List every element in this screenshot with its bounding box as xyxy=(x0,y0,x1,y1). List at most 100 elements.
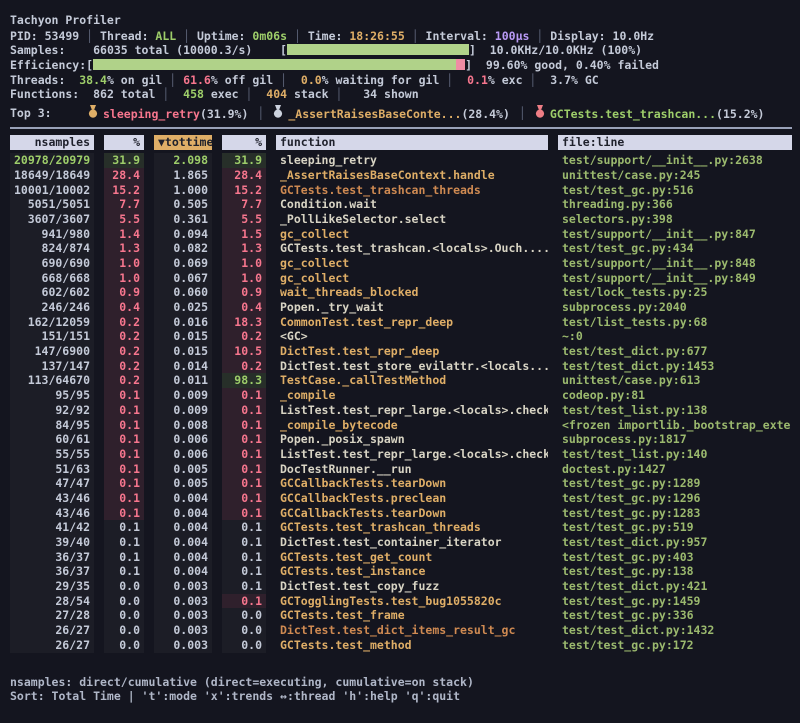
col-header-1-[interactable]: % xyxy=(104,135,144,150)
cell-cum-pct: 1.3 xyxy=(222,241,266,256)
table-row[interactable]: 824/8741.30.0821.3GCTests.test_trashcan.… xyxy=(10,241,792,256)
cell-nsamples: 41/42 xyxy=(10,520,94,535)
cell-file-line: test/test_gc.py:1459 xyxy=(558,594,792,609)
table-row[interactable]: 137/1470.20.0140.2DictTest.test_store_ev… xyxy=(10,359,792,374)
cell-tottime: 0.006 xyxy=(154,432,212,447)
top3-item-2-share: (28.4%) xyxy=(461,107,509,121)
silver-medal-icon xyxy=(273,105,283,118)
cell-tottime: 0.505 xyxy=(154,197,212,212)
table-row[interactable]: 162/120590.20.01618.3CommonTest.test_rep… xyxy=(10,315,792,330)
cell-function: DictTest.test_dict_items_result_gc xyxy=(276,623,548,638)
cell-direct-pct: 0.1 xyxy=(104,462,144,477)
table-row[interactable]: 147/69000.20.01510.5DictTest.test_repr_d… xyxy=(10,344,792,359)
cell-direct-pct: 31.9 xyxy=(104,153,144,168)
table-row[interactable]: 43/460.10.0040.1GCCallbackTests.preclean… xyxy=(10,491,792,506)
table-row[interactable]: 18649/1864928.41.86528.4_AssertRaisesBas… xyxy=(10,168,792,183)
cell-function: _compile_bytecode xyxy=(276,418,548,433)
cell-file-line: test/test_gc.py:336 xyxy=(558,608,792,623)
table-row[interactable]: 246/2460.40.0250.4Popen._try_waitsubproc… xyxy=(10,300,792,315)
table-row[interactable]: 26/270.00.0030.0DictTest.test_dict_items… xyxy=(10,623,792,638)
cell-file-line: test/test_dict.py:1453 xyxy=(558,359,792,374)
table-row[interactable]: 602/6020.90.0600.9wait_threads_blockedte… xyxy=(10,285,792,300)
cell-direct-pct: 0.0 xyxy=(104,623,144,638)
cell-file-line: test/list_tests.py:68 xyxy=(558,315,792,330)
table-row[interactable]: 10001/1000215.21.00015.2GCTests.test_tra… xyxy=(10,183,792,198)
table-row[interactable]: 3607/36075.50.3615.5_PollLikeSelector.se… xyxy=(10,212,792,227)
waiting-gil-pct: 0.0 xyxy=(301,73,322,87)
col-header-0-nsamples[interactable]: nsamples xyxy=(10,135,94,150)
display-value: 10.0Hz xyxy=(613,29,655,43)
table-row[interactable]: 668/6681.00.0671.0gc_collecttest/support… xyxy=(10,271,792,286)
cell-tottime: 1.865 xyxy=(154,168,212,183)
table-row[interactable]: 47/470.10.0050.1GCCallbackTests.tearDown… xyxy=(10,476,792,491)
samples-rate-bar xyxy=(287,44,469,55)
cell-function: DictTest.test_repr_deep xyxy=(276,344,548,359)
table-row[interactable]: 84/950.10.0080.1_compile_bytecode<frozen… xyxy=(10,418,792,433)
cell-direct-pct: 0.1 xyxy=(104,535,144,550)
table-row[interactable]: 5051/50517.70.5057.7Condition.waitthread… xyxy=(10,197,792,212)
text: stack xyxy=(287,87,335,101)
cell-tottime: 0.009 xyxy=(154,403,212,418)
cell-function: TestCase._callTestMethod xyxy=(276,373,548,388)
cell-file-line: ~:0 xyxy=(558,329,792,344)
col-header-2-tottime[interactable]: ▼tottime xyxy=(154,135,212,150)
col-header-3-[interactable]: % xyxy=(222,135,266,150)
cell-function: _compile xyxy=(276,388,548,403)
table-row[interactable]: 55/550.10.0060.1ListTest.test_repr_large… xyxy=(10,447,792,462)
cell-tottime: 0.003 xyxy=(154,623,212,638)
cell-tottime: 0.015 xyxy=(154,329,212,344)
cell-nsamples: 51/63 xyxy=(10,462,94,477)
col-header-4-function[interactable]: function xyxy=(276,135,548,150)
table-row[interactable]: 113/646700.20.01198.3TestCase._callTestM… xyxy=(10,373,792,388)
cell-file-line: test/test_gc.py:516 xyxy=(558,183,792,198)
cell-tottime: 0.069 xyxy=(154,256,212,271)
cell-direct-pct: 1.3 xyxy=(104,241,144,256)
interval-value: 100µs xyxy=(495,29,530,43)
table-row[interactable]: 36/370.10.0040.1GCTests.test_instancetes… xyxy=(10,564,792,579)
table-row[interactable]: 26/270.00.0030.0GCTests.test_methodtest/… xyxy=(10,638,792,653)
top3-item-3-name: GCTests.test_trashcan... xyxy=(550,107,716,121)
table-row[interactable]: 51/630.10.0050.1DocTestRunner.__rundocte… xyxy=(10,462,792,477)
cell-function: CommonTest.test_repr_deep xyxy=(276,315,548,330)
cell-direct-pct: 0.1 xyxy=(104,506,144,521)
table-row[interactable]: 20978/2097931.92.09831.9sleeping_retryte… xyxy=(10,153,792,168)
table-row[interactable]: 92/920.10.0090.1ListTest.test_repr_large… xyxy=(10,403,792,418)
table-row[interactable]: 29/350.00.0030.1DictTest.test_copy_fuzzt… xyxy=(10,579,792,594)
cell-cum-pct: 1.5 xyxy=(222,227,266,242)
cell-cum-pct: 0.1 xyxy=(222,462,266,477)
table-row[interactable]: 27/280.00.0030.0GCTests.test_frametest/t… xyxy=(10,608,792,623)
cell-function: _PollLikeSelector.select xyxy=(276,212,548,227)
cell-tottime: 0.361 xyxy=(154,212,212,227)
table-row[interactable]: 43/460.10.0040.1GCCallbackTests.tearDown… xyxy=(10,506,792,521)
cell-function: Popen._try_wait xyxy=(276,300,548,315)
cell-direct-pct: 7.7 xyxy=(104,197,144,212)
top3-item-1: sleeping_retry(31.9%) xyxy=(88,105,248,121)
cell-file-line: test/support/__init__.py:847 xyxy=(558,227,792,242)
cell-tottime: 2.098 xyxy=(154,153,212,168)
table-row[interactable]: 690/6901.00.0691.0gc_collecttest/support… xyxy=(10,256,792,271)
cell-function: ListTest.test_repr_large.<locals>.check xyxy=(276,403,548,418)
cell-direct-pct: 0.0 xyxy=(104,594,144,609)
cell-cum-pct: 0.1 xyxy=(222,564,266,579)
cell-direct-pct: 0.1 xyxy=(104,550,144,565)
table-row[interactable]: 28/540.00.0030.1GCTogglingTests.test_bug… xyxy=(10,594,792,609)
cell-nsamples: 26/27 xyxy=(10,638,94,653)
bar-close-bracket: ] xyxy=(465,58,472,72)
cell-direct-pct: 0.1 xyxy=(104,564,144,579)
table-row[interactable]: 39/400.10.0040.1DictTest.test_container_… xyxy=(10,535,792,550)
table-row[interactable]: 95/950.10.0090.1_compilecodeop.py:81 xyxy=(10,388,792,403)
cell-cum-pct: 98.3 xyxy=(222,373,266,388)
cell-nsamples: 690/690 xyxy=(10,256,94,271)
cell-cum-pct: 0.1 xyxy=(222,476,266,491)
cell-function: gc_collect xyxy=(276,271,548,286)
cell-function: gc_collect xyxy=(276,227,548,242)
cell-direct-pct: 1.4 xyxy=(104,227,144,242)
table-row[interactable]: 941/9801.40.0941.5gc_collecttest/support… xyxy=(10,227,792,242)
text xyxy=(453,73,467,87)
table-row[interactable]: 60/610.10.0060.1Popen._posix_spawnsubpro… xyxy=(10,432,792,447)
table-row[interactable]: 41/420.10.0040.1GCTests.test_trashcan_th… xyxy=(10,520,792,535)
col-header-5-fileline[interactable]: file:line xyxy=(558,135,792,150)
table-row[interactable]: 151/1510.20.0150.2<GC>~:0 xyxy=(10,329,792,344)
table-row[interactable]: 36/370.10.0040.1GCTests.test_get_countte… xyxy=(10,550,792,565)
cell-cum-pct: 28.4 xyxy=(222,168,266,183)
